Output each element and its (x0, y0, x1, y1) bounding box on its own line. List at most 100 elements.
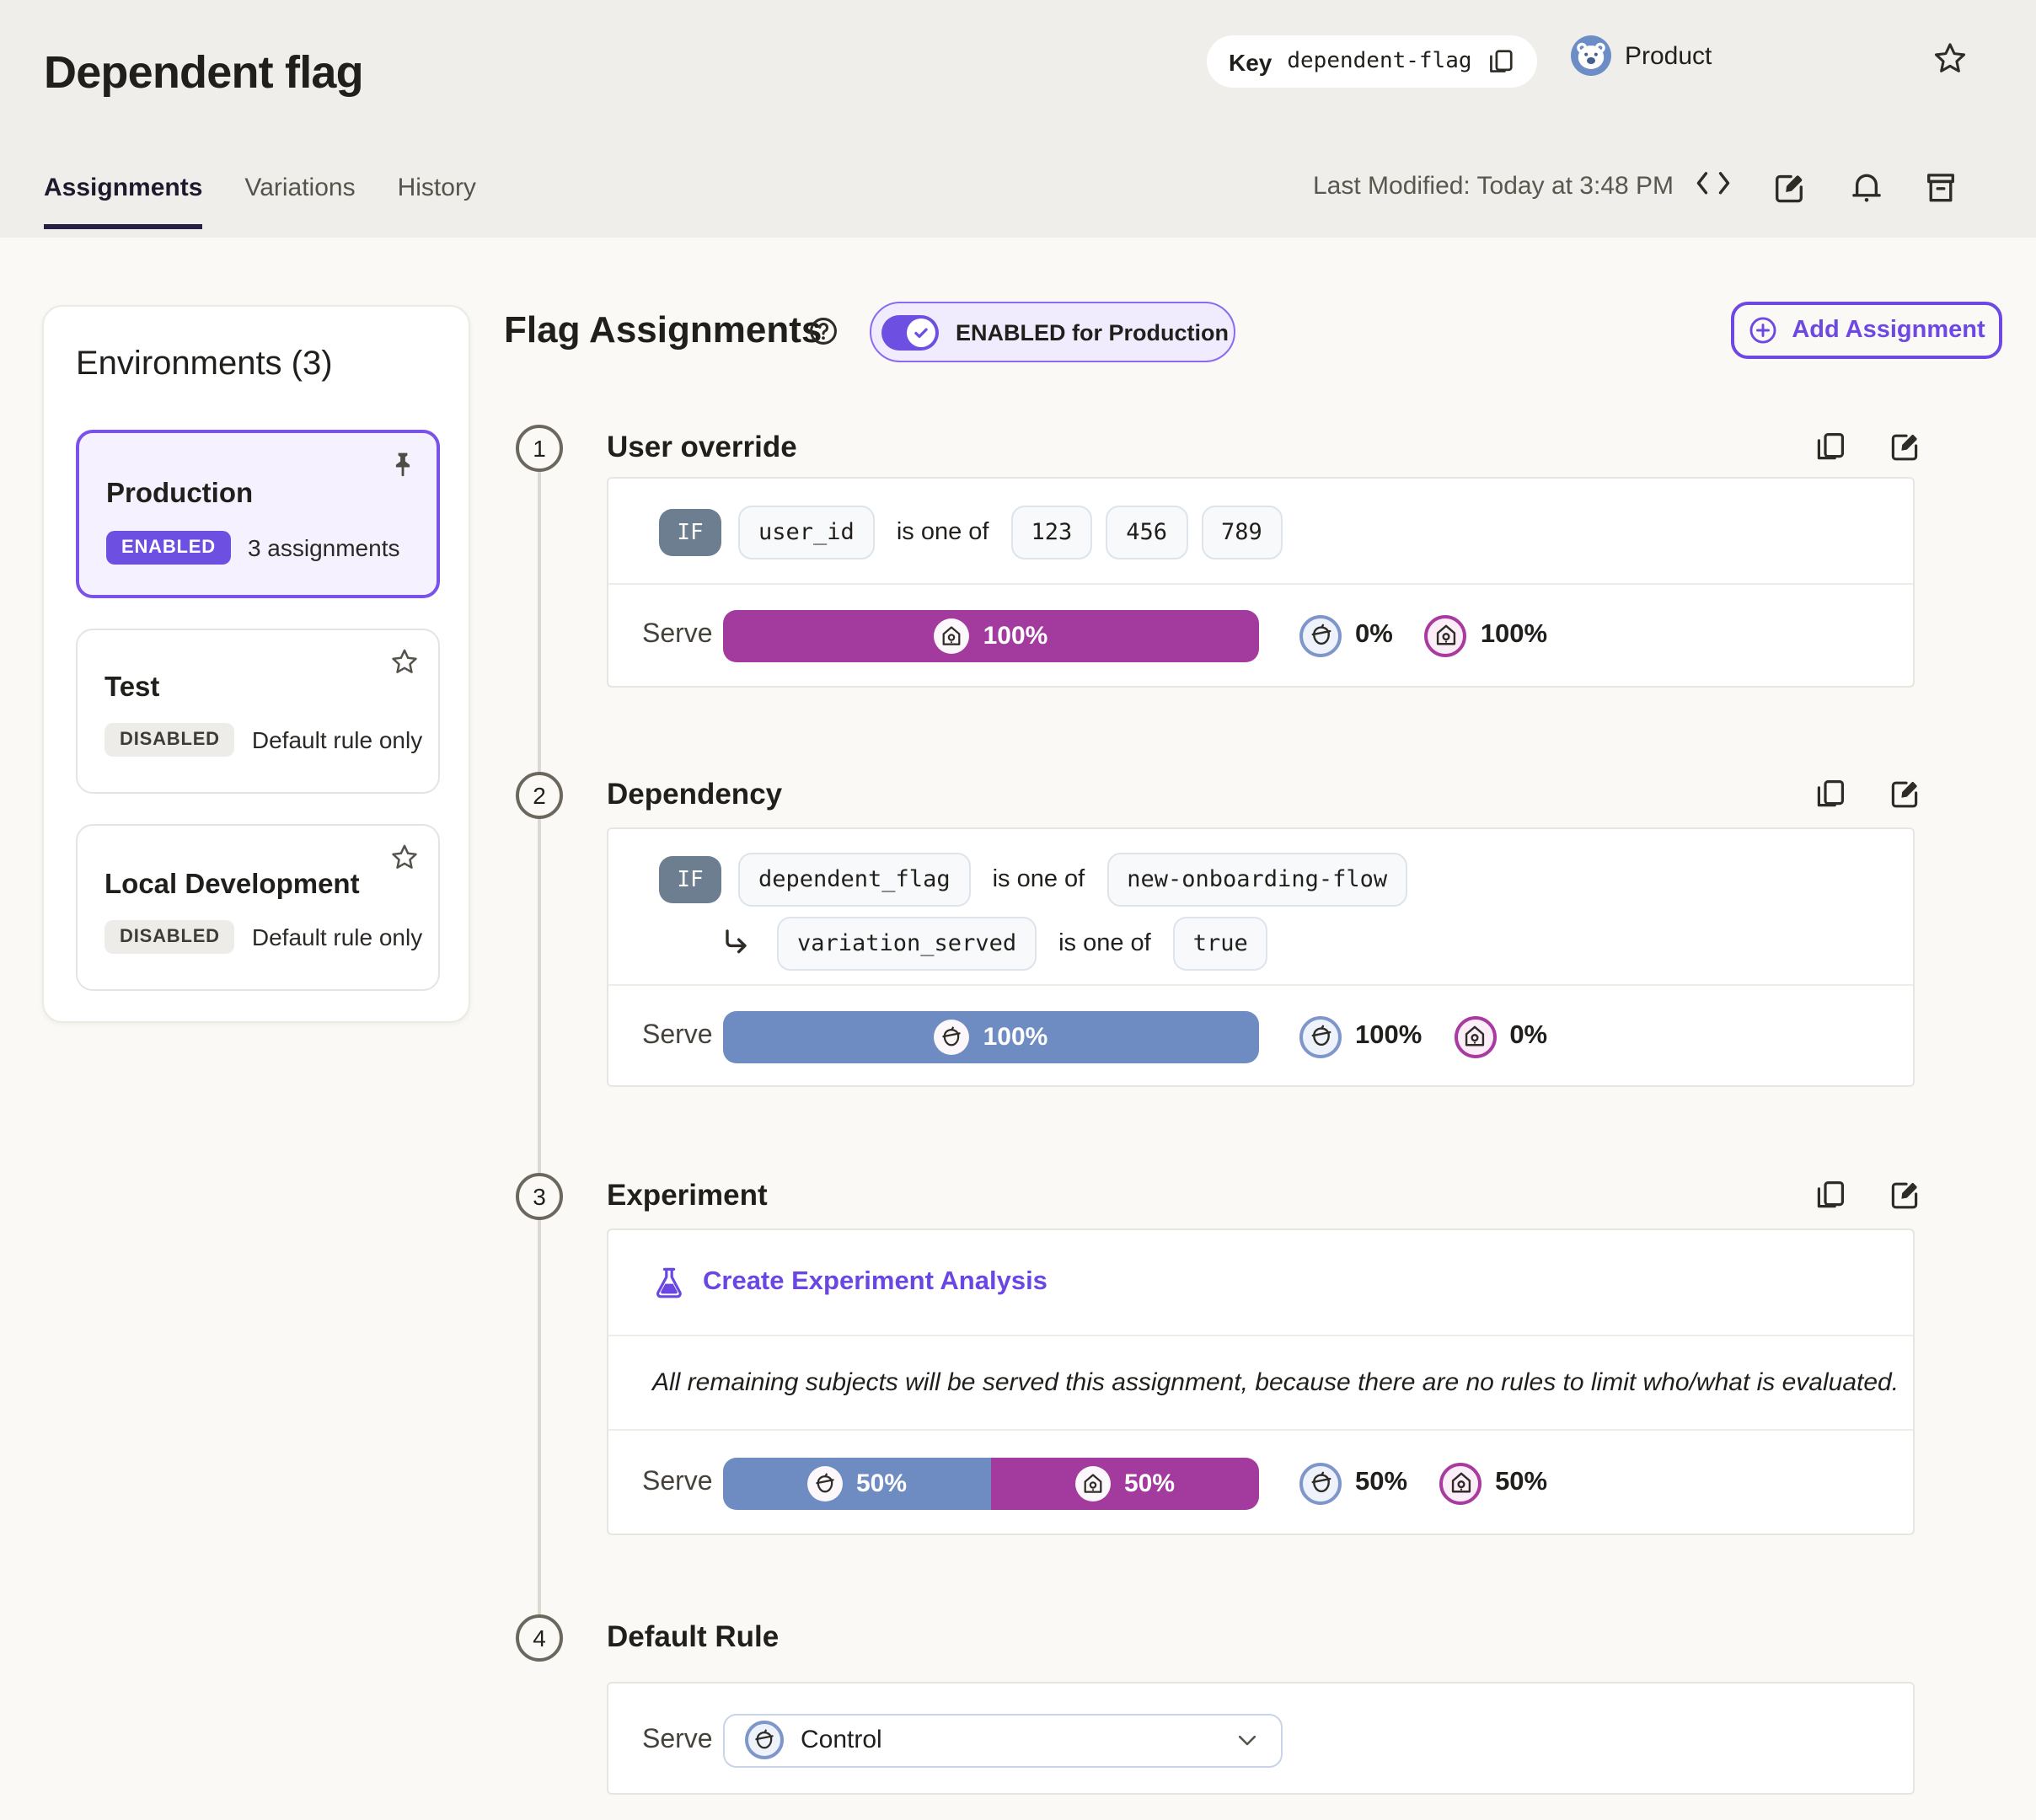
assignment-card-default-rule: Serve Control (607, 1682, 1915, 1795)
duplicate-assignment-icon[interactable] (1814, 430, 1847, 463)
default-variation-dropdown[interactable]: Control (723, 1713, 1283, 1767)
add-assignment-label: Add Assignment (1792, 317, 1985, 344)
acorn-icon (934, 1019, 970, 1054)
enabled-toggle-pill[interactable]: ENABLED for Production (870, 302, 1235, 362)
assignment-note: All remaining subjects will be served th… (652, 1368, 1899, 1396)
variation-stat-treatment: 0% (1454, 1015, 1547, 1057)
acorn-icon (806, 1465, 843, 1501)
env-detail: 3 assignments (247, 534, 400, 561)
assignment-timeline-line (538, 472, 541, 1614)
notifications-bell-icon[interactable] (1849, 170, 1884, 202)
code-icon[interactable] (1696, 170, 1731, 202)
create-experiment-analysis-link[interactable]: Create Experiment Analysis (652, 1230, 1047, 1335)
duplicate-assignment-icon[interactable] (1814, 1178, 1847, 1212)
birdhouse-icon (1454, 1015, 1497, 1057)
product-selector[interactable]: Product (1571, 35, 1712, 76)
operator-label: is one of (896, 519, 989, 546)
acorn-icon (1299, 614, 1342, 656)
dropdown-selected-value: Control (801, 1726, 882, 1754)
tab-history[interactable]: History (398, 174, 476, 229)
edit-flag-icon[interactable] (1771, 170, 1807, 203)
if-badge: IF (659, 856, 721, 903)
serve-allocation-bar: 100% (723, 1010, 1259, 1063)
duplicate-assignment-icon[interactable] (1814, 777, 1847, 811)
env-detail: Default rule only (251, 923, 423, 950)
bar-segment-control: 50% (723, 1457, 991, 1509)
archive-icon[interactable] (1923, 170, 1958, 202)
variation-stat-control: 0% (1299, 614, 1393, 656)
edit-assignment-icon[interactable] (1888, 1178, 1921, 1212)
assignment-actions (1814, 1178, 1921, 1212)
nested-arrow-icon (720, 927, 753, 961)
bar-segment-treatment: 100% (723, 609, 1259, 661)
attribute-chip: dependent_flag (738, 853, 971, 907)
add-assignment-button[interactable]: Add Assignment (1731, 302, 2002, 359)
tab-variations[interactable]: Variations (244, 174, 355, 229)
assignment-card-user-override: IF user_id is one of 123 456 789 Serve 1… (607, 477, 1915, 688)
stat-percent: 0% (1355, 620, 1393, 649)
assignment-actions (1814, 430, 1921, 463)
variation-stat-control: 100% (1299, 1015, 1422, 1057)
bar-segment-control: 100% (723, 1010, 1259, 1063)
birdhouse-icon (1439, 1462, 1482, 1504)
key-label: Key (1229, 48, 1272, 75)
flag-key-pill: Key dependent-flag (1207, 35, 1538, 88)
env-detail: Default rule only (251, 726, 423, 753)
operator-label: is one of (1058, 930, 1151, 957)
toggle-label: ENABLED for Production (956, 319, 1229, 345)
favorite-star-icon[interactable] (1932, 40, 1969, 78)
serve-label: Serve (642, 1021, 713, 1050)
stat-percent: 50% (1495, 1468, 1548, 1496)
birdhouse-icon (1424, 614, 1467, 656)
stat-percent: 0% (1509, 1021, 1548, 1050)
stat-percent: 100% (1355, 1021, 1423, 1050)
variation-stat-control: 50% (1299, 1462, 1407, 1504)
env-card-local-development[interactable]: Local Development DISABLED Default rule … (76, 824, 440, 991)
env-status-badge: DISABLED (104, 723, 235, 757)
edit-assignment-icon[interactable] (1888, 777, 1921, 811)
birdhouse-icon (934, 618, 970, 653)
serve-allocation-bar: 50% 50% (723, 1457, 1259, 1509)
flag-detail-page: Dependent flag Key dependent-flag Produc… (0, 0, 2036, 1820)
star-icon[interactable] (389, 843, 420, 873)
pin-icon[interactable] (388, 450, 418, 480)
attribute-chip: variation_served (777, 917, 1037, 971)
assignment-card-experiment: Create Experiment Analysis All remaining… (607, 1228, 1915, 1535)
edit-assignment-icon[interactable] (1888, 430, 1921, 463)
env-card-test[interactable]: Test DISABLED Default rule only (76, 629, 440, 794)
stat-percent: 50% (1355, 1468, 1408, 1496)
env-card-production[interactable]: Production ENABLED 3 assignments (76, 430, 440, 598)
toggle-switch[interactable] (881, 314, 939, 350)
toggle-check-icon (907, 318, 935, 346)
copy-key-icon[interactable] (1487, 47, 1516, 76)
serve-row: Serve 100% 0% 100% (642, 583, 1893, 688)
serve-label: Serve (642, 620, 713, 649)
value-chip: new-onboarding-flow (1106, 853, 1408, 907)
rule-row: IF user_id is one of 123 456 789 (659, 506, 1283, 559)
serve-allocation-bar: 100% (723, 609, 1259, 661)
tab-assignments[interactable]: Assignments (44, 174, 203, 229)
product-label: Product (1625, 41, 1712, 70)
flag-key-value: dependent-flag (1287, 49, 1472, 74)
nested-rule-row: variation_served is one of true (720, 913, 1268, 974)
create-experiment-analysis-label: Create Experiment Analysis (703, 1267, 1047, 1296)
assignment-title-user-override: User override (607, 430, 797, 463)
value-chip: true (1172, 917, 1268, 971)
serve-row: Serve 100% 100% 0% (642, 984, 1893, 1089)
help-icon[interactable] (807, 315, 839, 347)
environments-heading: Environments (3) (76, 345, 333, 383)
env-name: Test (104, 672, 160, 703)
value-chip: 456 (1106, 506, 1188, 559)
env-name: Production (106, 479, 254, 509)
env-status-badge: ENABLED (106, 531, 231, 565)
star-icon[interactable] (389, 647, 420, 677)
value-chip: 789 (1201, 506, 1283, 559)
last-modified-text: Last Modified: Today at 3:48 PM (1313, 172, 1674, 201)
serve-label: Serve (642, 1725, 713, 1753)
env-status-badge: DISABLED (104, 920, 235, 954)
bar-segment-treatment: 50% (991, 1457, 1259, 1509)
assignment-title-default-rule: Default Rule (607, 1619, 780, 1653)
note-row: All remaining subjects will be served th… (652, 1335, 1899, 1429)
serve-label: Serve (642, 1468, 713, 1496)
stat-percent: 100% (1480, 620, 1548, 649)
